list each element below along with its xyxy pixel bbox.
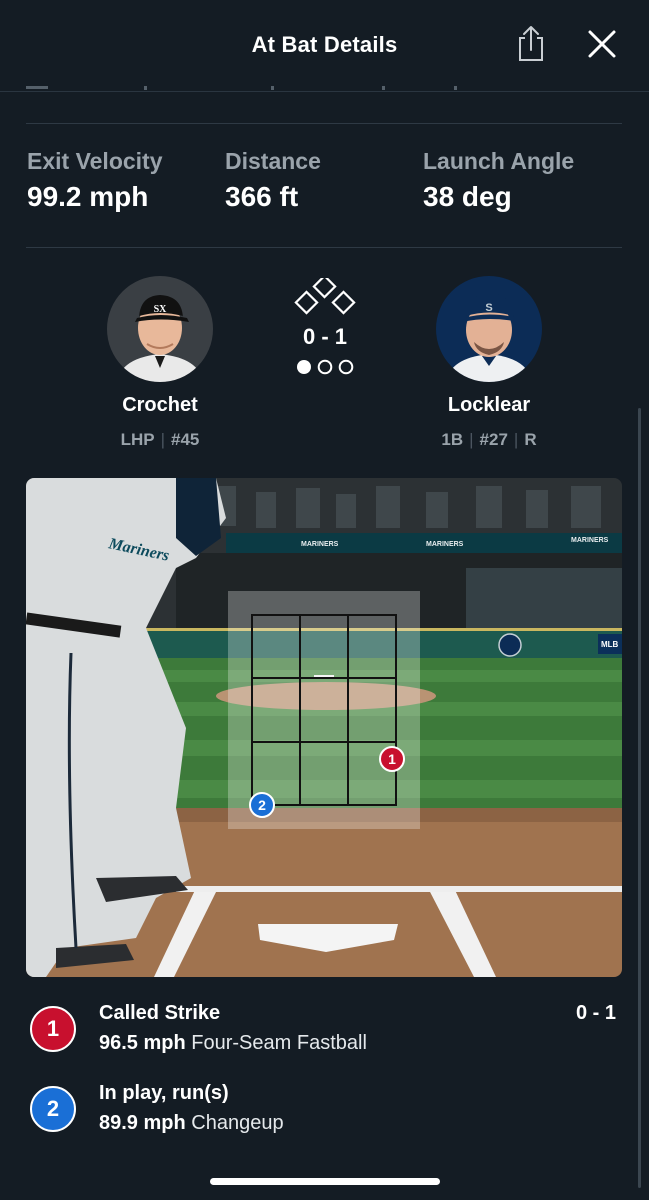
pitch-marker[interactable]: 2 <box>249 792 275 818</box>
svg-text:SX: SX <box>154 304 168 315</box>
pitch-result: Called Strike <box>99 1002 221 1024</box>
batter-avatar[interactable]: S <box>436 276 542 382</box>
stat-label: Distance <box>225 148 321 174</box>
stat-value: 99.2 mph <box>27 181 149 212</box>
stat-label: Launch Angle <box>423 148 575 174</box>
batter-number: #27 <box>479 430 508 449</box>
pitch-type: Changeup <box>191 1112 284 1134</box>
svg-text:MARINERS: MARINERS <box>426 541 464 548</box>
pitch-detail: 96.5 mph Four-Seam Fastball <box>99 1032 367 1055</box>
pitch-detail: 89.9 mph Changeup <box>99 1112 284 1135</box>
batter-meta: 1B | #27 | R <box>441 430 537 449</box>
stat-distance: Distance 366 ft <box>225 148 321 213</box>
stat-value: 38 deg <box>423 181 512 212</box>
page-title: At Bat Details <box>251 32 398 57</box>
first-base <box>331 290 356 315</box>
batter-position: 1B <box>441 430 464 449</box>
divider <box>26 123 622 124</box>
svg-text:MLB: MLB <box>601 640 619 649</box>
mariners-logo <box>498 633 522 657</box>
pitch-location-view: MARINERS MARINERS MARINERS MLB Mariners … <box>26 478 622 977</box>
bases-diamond <box>294 278 356 315</box>
pitcher-name[interactable]: Crochet <box>60 394 260 417</box>
second-base <box>312 278 337 299</box>
batter-name[interactable]: Locklear <box>389 394 589 417</box>
share-button[interactable] <box>512 24 550 64</box>
out-dot <box>297 360 311 374</box>
home-indicator[interactable] <box>210 1178 440 1185</box>
outs-indicator <box>297 359 354 375</box>
stat-exit-velocity: Exit Velocity 99.2 mph <box>27 148 163 213</box>
share-icon <box>519 26 543 61</box>
divider <box>26 247 622 248</box>
pitcher-position: LHP <box>120 430 155 449</box>
pitch-marker-label: 2 <box>258 797 266 813</box>
stat-launch-angle: Launch Angle 38 deg <box>423 148 574 213</box>
header: At Bat Details <box>0 0 649 92</box>
pitcher-avatar[interactable]: SX <box>107 276 213 382</box>
pitch-count: 0 - 1 <box>575 1002 616 1024</box>
ball-strike-count: 0 - 1 <box>302 324 348 349</box>
third-base <box>294 290 319 315</box>
pitcher-number: #45 <box>171 430 200 449</box>
out-dot <box>317 359 333 375</box>
scrolled-content-remnant <box>26 86 457 90</box>
pitch-number-badge: 1 <box>30 1006 76 1052</box>
stat-label: Exit Velocity <box>27 148 163 174</box>
pitch-type: Four-Seam Fastball <box>191 1032 367 1054</box>
pitcher-meta: LHP | #45 <box>120 430 200 449</box>
svg-text:S: S <box>485 302 492 314</box>
scrollbar[interactable] <box>638 408 641 1188</box>
svg-text:MARINERS: MARINERS <box>301 541 339 548</box>
close-icon <box>588 30 616 58</box>
stat-value: 366 ft <box>225 181 299 212</box>
pitch-list-item[interactable]: 1 Called Strike 96.5 mph Four-Seam Fastb… <box>26 1002 622 1062</box>
close-button[interactable] <box>584 26 620 62</box>
pitch-speed: 89.9 mph <box>99 1112 186 1134</box>
pitch-marker-label: 1 <box>388 751 396 767</box>
pitch-list-item[interactable]: 2 In play, run(s) 89.9 mph Changeup <box>26 1082 622 1142</box>
batter-bats: R <box>524 430 537 449</box>
pitch-speed: 96.5 mph <box>99 1032 186 1054</box>
pitch-result: In play, run(s) <box>99 1082 229 1104</box>
svg-text:MARINERS: MARINERS <box>571 537 609 544</box>
pitch-marker[interactable]: 1 <box>379 746 405 772</box>
pitch-number-badge: 2 <box>30 1086 76 1132</box>
out-dot <box>338 359 354 375</box>
